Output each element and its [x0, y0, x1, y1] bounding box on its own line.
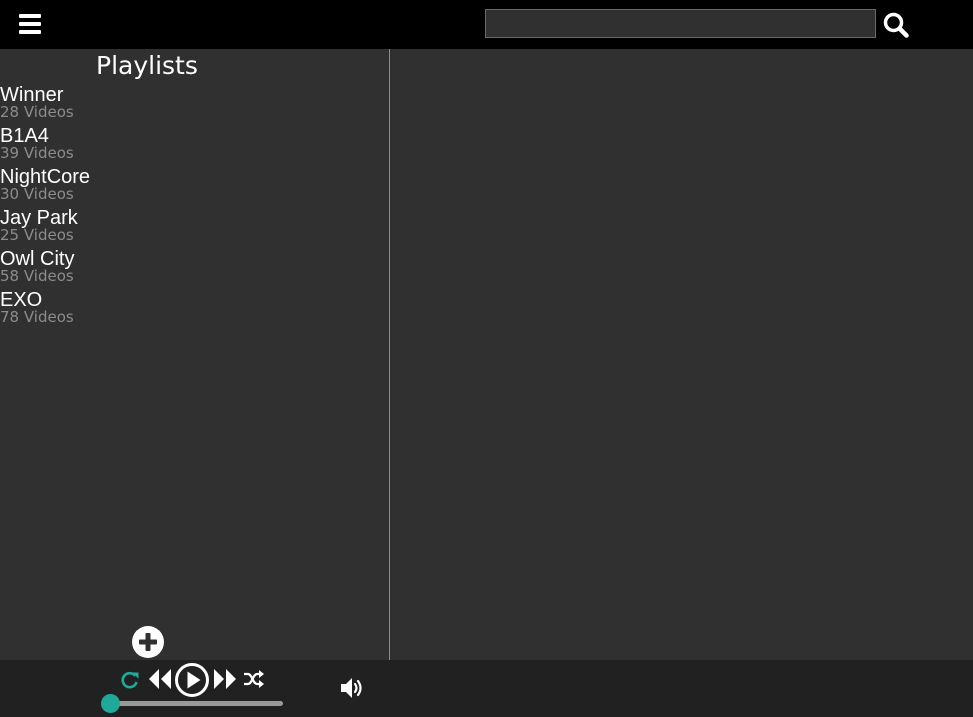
playlists-title: Playlists [96, 51, 198, 80]
player-bar [0, 660, 973, 717]
playlist-item[interactable]: Winner 28 Videos [0, 84, 90, 125]
playlist-video-count: 28 Videos [0, 103, 74, 121]
add-playlist-button[interactable] [131, 625, 165, 659]
search-icon[interactable] [882, 11, 910, 39]
playlist-item[interactable]: Owl City 58 Videos [0, 248, 90, 289]
fast-forward-icon[interactable] [212, 666, 238, 692]
playlist-item[interactable]: EXO 78 Videos [0, 289, 90, 330]
playlist-video-count: 39 Videos [0, 144, 74, 162]
playlist-video-count: 58 Videos [0, 267, 74, 285]
playlist-video-count: 78 Videos [0, 308, 74, 326]
playlist-list: Winner 28 Videos B1A4 39 Videos NightCor… [0, 84, 90, 330]
playlist-item[interactable]: B1A4 39 Videos [0, 125, 90, 166]
playlists-sidebar: Playlists Winner 28 Videos B1A4 39 Video… [0, 49, 390, 660]
main-content-panel [390, 49, 973, 660]
playlist-video-count: 30 Videos [0, 185, 74, 203]
play-icon[interactable] [174, 662, 210, 698]
plus-circle-icon [132, 626, 164, 658]
playlist-item[interactable]: Jay Park 25 Videos [0, 207, 90, 248]
repeat-icon[interactable] [120, 670, 140, 690]
volume-icon[interactable] [340, 676, 366, 700]
menu-icon[interactable] [19, 14, 41, 34]
rewind-icon[interactable] [147, 666, 173, 692]
playlist-item[interactable]: NightCore 30 Videos [0, 166, 90, 207]
progress-handle[interactable] [101, 694, 120, 713]
progress-bar[interactable] [110, 701, 283, 706]
top-bar [0, 0, 973, 49]
shuffle-icon[interactable] [243, 669, 265, 689]
playlist-video-count: 25 Videos [0, 226, 74, 244]
search-input[interactable] [485, 9, 876, 38]
